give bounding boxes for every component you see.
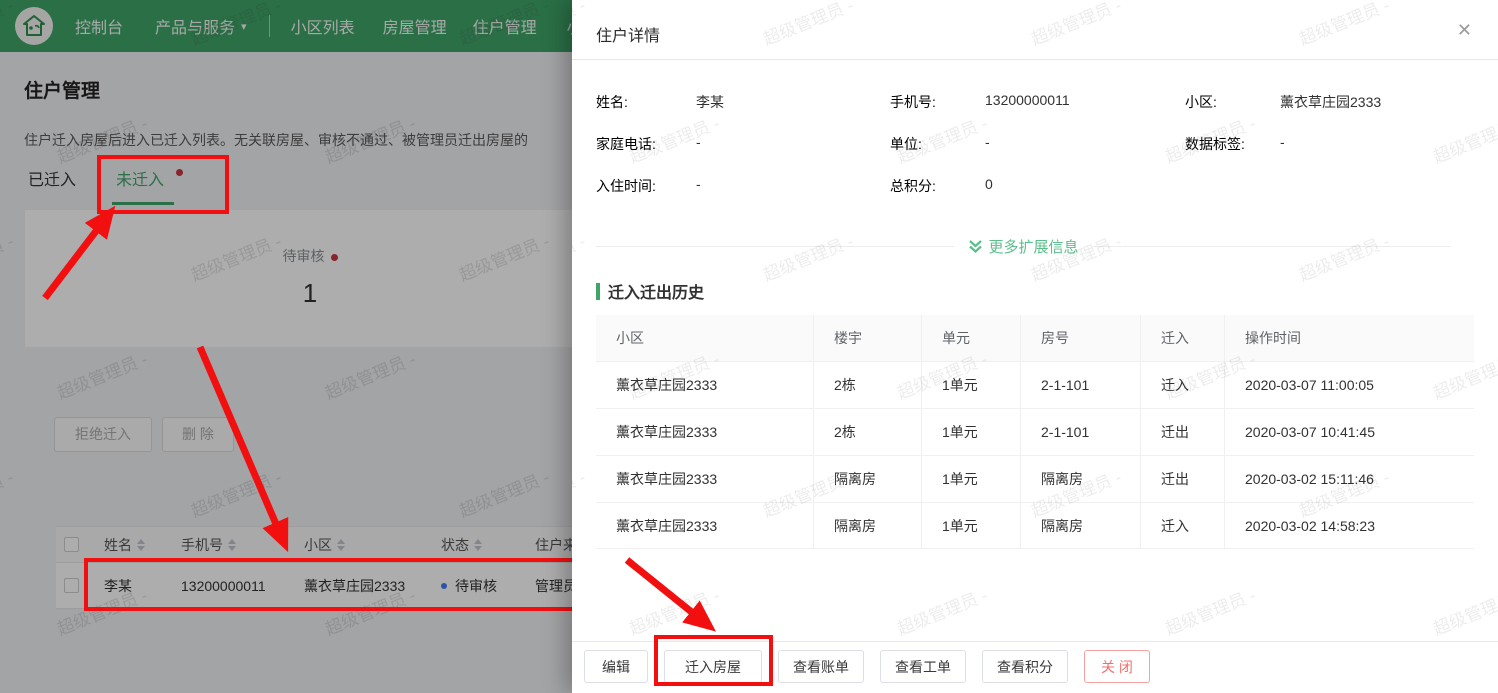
field-value-name: 李某 xyxy=(696,94,724,110)
resident-detail-drawer: 住户详情 ✕ 姓名: 李某 手机号: 13200000011 小区: 薰衣草庄园… xyxy=(572,0,1498,693)
field-value-home-phone: - xyxy=(696,134,701,150)
field-label-unit: 单位: xyxy=(890,136,922,152)
field-value-data-tag: - xyxy=(1280,134,1285,150)
double-chevron-down-icon xyxy=(968,240,982,253)
field-value-phone: 13200000011 xyxy=(985,92,1070,108)
move-in-house-button[interactable]: 迁入房屋 xyxy=(664,650,762,683)
more-info-link[interactable]: 更多扩展信息 xyxy=(968,236,1079,257)
edit-button[interactable]: 编辑 xyxy=(584,650,648,683)
history-table: 小区 楼宇 单元 房号 迁入 操作时间 薰衣草庄园2333 2栋 1单元 2-1… xyxy=(596,315,1474,549)
field-label-total-points: 总积分: xyxy=(890,178,936,194)
history-row: 薰衣草庄园2333 2栋 1单元 2-1-101 迁出 2020-03-07 1… xyxy=(596,408,1474,455)
history-section-title: 迁入迁出历史 xyxy=(596,279,704,303)
drawer-header: 住户详情 ✕ xyxy=(572,0,1498,60)
view-work-orders-button[interactable]: 查看工单 xyxy=(880,650,966,683)
field-value-total-points: 0 xyxy=(985,176,993,192)
history-row: 薰衣草庄园2333 隔离房 1单元 隔离房 迁入 2020-03-02 14:5… xyxy=(596,502,1474,549)
close-button[interactable]: 关 闭 xyxy=(1084,650,1150,683)
history-row: 薰衣草庄园2333 隔离房 1单元 隔离房 迁出 2020-03-02 15:1… xyxy=(596,455,1474,502)
hist-col-time: 操作时间 xyxy=(1245,330,1301,346)
field-value-unit: - xyxy=(985,134,990,150)
history-row: 薰衣草庄园2333 2栋 1单元 2-1-101 迁入 2020-03-07 1… xyxy=(596,361,1474,408)
field-value-community: 薰衣草庄园2333 xyxy=(1280,94,1382,110)
expand-divider: 更多扩展信息 xyxy=(596,236,1451,257)
field-value-move-in-time: - xyxy=(696,176,701,192)
hist-col-unit: 单元 xyxy=(922,315,1021,361)
history-header-row: 小区 楼宇 单元 房号 迁入 操作时间 xyxy=(596,315,1474,361)
section-accent-bar xyxy=(596,282,600,300)
field-label-phone: 手机号: xyxy=(890,94,936,110)
view-bills-button[interactable]: 查看账单 xyxy=(778,650,864,683)
hist-col-community: 小区 xyxy=(596,315,814,361)
hist-col-room: 房号 xyxy=(1021,315,1141,361)
close-icon[interactable]: ✕ xyxy=(1457,21,1472,39)
field-label-home-phone: 家庭电话: xyxy=(596,136,656,152)
drawer-title: 住户详情 xyxy=(596,28,661,45)
field-label-community: 小区: xyxy=(1185,94,1217,110)
drawer-footer: 编辑 迁入房屋 查看账单 查看工单 查看积分 关 闭 xyxy=(584,650,1150,683)
view-points-button[interactable]: 查看积分 xyxy=(982,650,1068,683)
footer-divider xyxy=(572,641,1498,642)
field-label-data-tag: 数据标签: xyxy=(1185,136,1245,152)
hist-col-building: 楼宇 xyxy=(814,315,922,361)
hist-col-direction: 迁入 xyxy=(1141,315,1225,361)
field-label-move-in-time: 入住时间: xyxy=(596,178,656,194)
field-label-name: 姓名: xyxy=(596,94,628,110)
app-root: 控制台 产品与服务 ▾ 小区列表 房屋管理 住户管理 小区 住户管理 住户迁入房… xyxy=(0,0,1498,693)
